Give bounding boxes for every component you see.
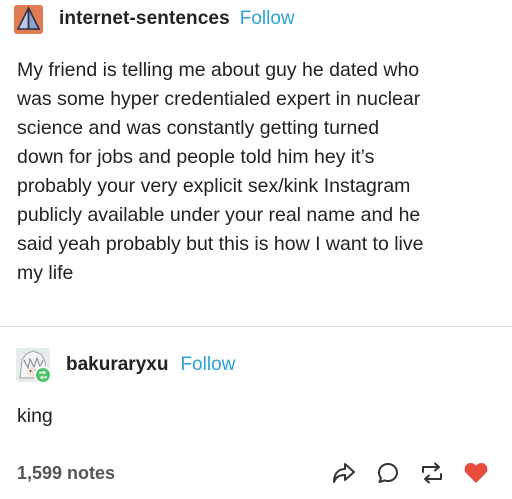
reply-icon[interactable] [366,458,410,488]
follow-button[interactable]: Follow [240,8,295,30]
notes-count[interactable]: 1,599 notes [17,463,115,484]
post-body-line: My friend is telling me about guy he dat… [17,59,420,81]
reply-body: king [17,405,53,427]
pyramid-logo-icon[interactable] [14,4,43,34]
reply-blog-name[interactable]: bakuraryxu [66,354,168,376]
post-body-line: science and was constantly getting turne… [17,117,380,139]
reblog-badge-icon [34,366,52,384]
post-body-line: publicly available under your real name … [17,204,421,226]
post-body-line: was some hyper credentialed expert in nu… [17,88,421,110]
reblog-icon[interactable] [410,458,454,488]
post-body-line: down for jobs and people told him hey it… [17,146,375,168]
action-bar [322,458,498,488]
post-body-line: my life [17,262,74,284]
share-icon[interactable] [322,458,366,488]
reply-follow-button[interactable]: Follow [180,354,235,376]
anime-avatar-icon[interactable] [16,348,52,384]
like-icon[interactable] [454,458,498,488]
reply-header: bakuraryxu Follow [16,347,235,384]
post-body: My friend is telling me about guy he dat… [17,56,502,288]
blog-name[interactable]: internet-sentences [59,8,230,30]
post-footer: 1,599 notes [17,458,502,488]
post-body-line: probably your very explicit sex/kink Ins… [17,175,411,197]
post-body-line: said yeah probably but this is how I wan… [17,233,424,255]
divider [0,326,512,327]
post-header: internet-sentences Follow [14,4,295,34]
